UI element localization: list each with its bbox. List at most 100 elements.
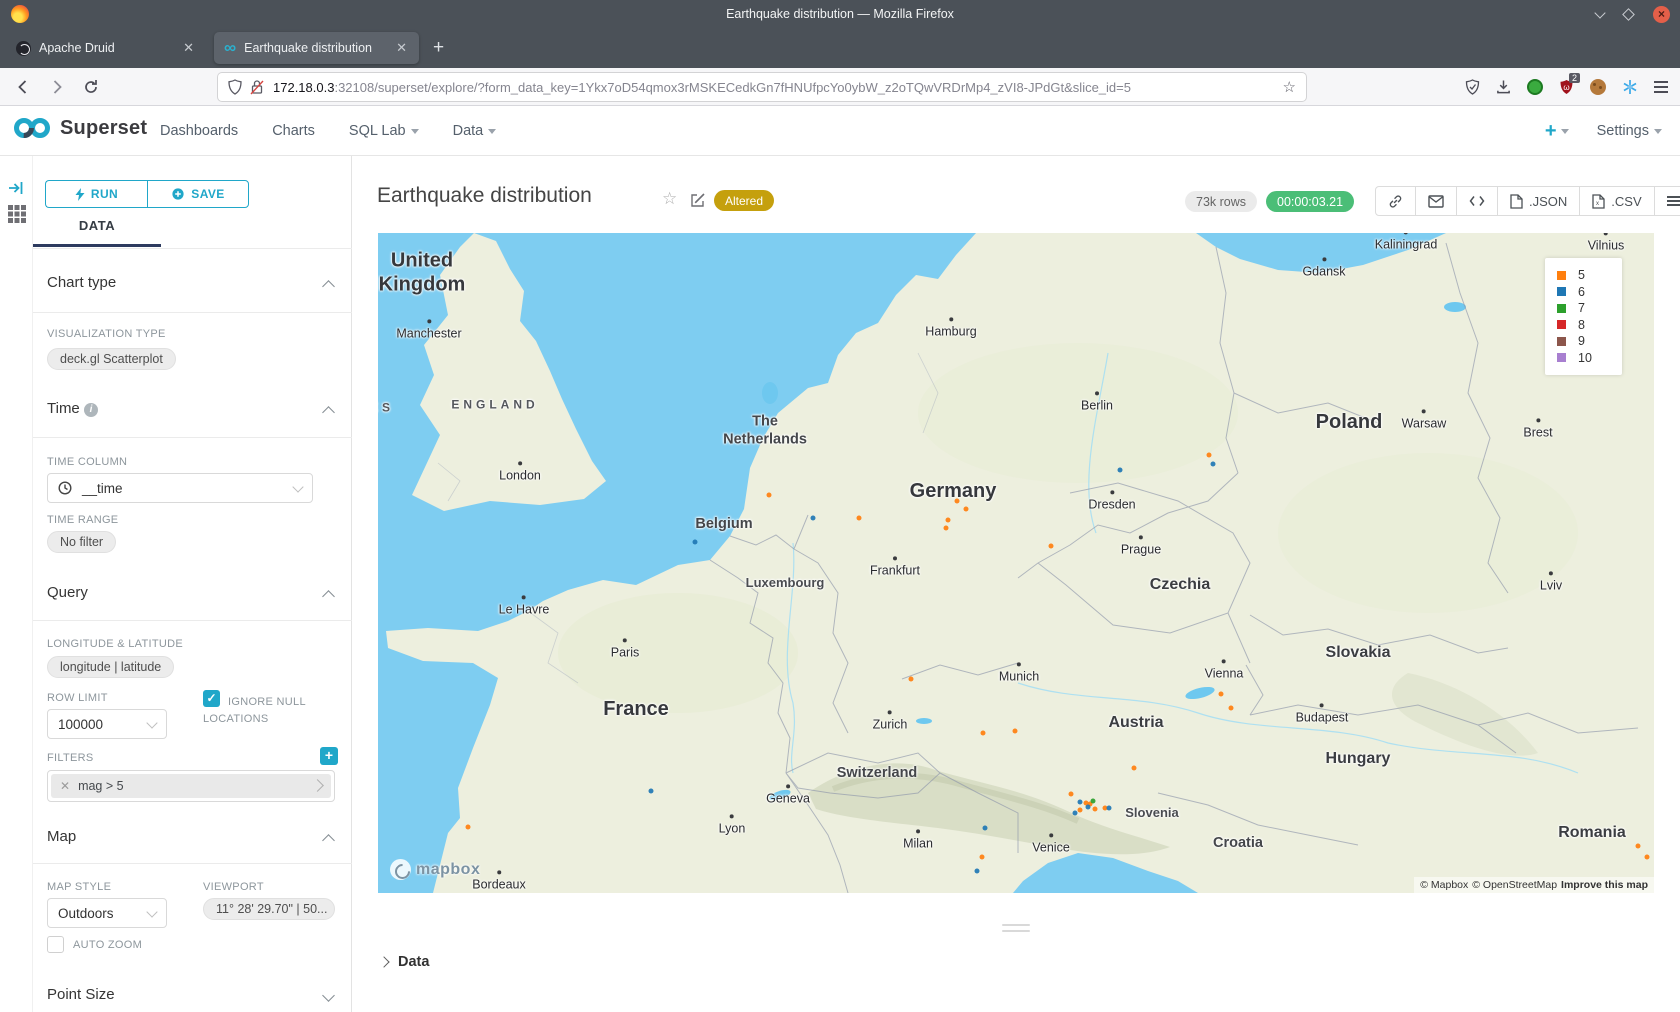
data-panel-toggle[interactable]: Data [380,954,429,970]
window-minimize-icon[interactable] [1594,7,1605,18]
caret-down-icon [488,129,496,134]
legend-row[interactable]: 7 [1557,300,1622,317]
svg-text:ω: ω [1563,83,1569,92]
legend-row[interactable]: 6 [1557,284,1622,301]
map-label: Austria [1108,713,1163,733]
legend-row[interactable]: 9 [1557,333,1622,350]
extension-green-icon[interactable] [1527,79,1543,95]
viewport-value[interactable]: 11° 28' 29.70" | 50... [203,898,335,920]
bookmark-star-icon[interactable]: ☆ [1283,78,1296,96]
earthquake-point [1078,808,1083,813]
tab-close-icon[interactable]: ✕ [394,40,409,56]
dataset-grid-icon[interactable] [7,204,27,224]
map-label: Zurich [873,717,908,732]
snowflake-extension-icon[interactable] [1622,79,1638,95]
section-point-size[interactable]: Point Size [47,986,115,1003]
window-maximize-icon[interactable] [1622,8,1635,21]
tracking-shield-icon[interactable] [228,79,242,95]
map-legend: 5678910 [1545,258,1622,375]
chevron-up-icon[interactable] [322,590,335,603]
city-dot [916,829,920,833]
tab-earthquake-distribution[interactable]: ∞ Earthquake distribution ✕ [214,32,419,64]
section-time[interactable]: Time i [47,400,98,417]
auto-zoom-checkbox[interactable] [47,936,64,953]
save-button[interactable]: SAVE [147,180,249,208]
forward-icon[interactable] [46,76,68,98]
map-label: ENGLAND [451,398,538,413]
section-chart-type[interactable]: Chart type [47,274,116,291]
chevron-up-icon[interactable] [322,406,335,419]
chevron-down-icon[interactable] [322,989,335,1002]
map-attribution: © Mapbox © OpenStreetMap Improve this ma… [1414,877,1654,893]
embed-code-button[interactable] [1457,187,1498,215]
attribution-improve-link[interactable]: Improve this map [1561,879,1648,891]
adblock-shield-icon[interactable]: ω 2 [1559,79,1574,95]
attribution-osm[interactable]: © OpenStreetMap [1472,879,1557,891]
mapbox-logo[interactable]: mapbox [390,859,480,880]
lonlat-value[interactable]: longitude | latitude [47,656,174,678]
export-csv-button[interactable]: x .CSV [1580,187,1654,215]
reload-icon[interactable] [80,76,102,98]
favorite-star-icon[interactable]: ☆ [662,189,677,209]
expand-panel-icon[interactable] [8,180,25,196]
section-map[interactable]: Map [47,828,76,845]
row-limit-select[interactable]: 100000 [47,709,167,739]
earthquake-point [1132,766,1137,771]
nav-item-sql-lab[interactable]: SQL Lab [349,123,419,139]
legend-row[interactable]: 10 [1557,350,1622,367]
legend-row[interactable]: 8 [1557,317,1622,334]
downloads-icon[interactable] [1496,79,1511,95]
section-query[interactable]: Query [47,584,88,601]
tab-apache-druid[interactable]: Apache Druid ✕ [6,32,206,64]
deckgl-map[interactable]: United KingdomManchesterENGLANDESLondonT… [378,233,1654,893]
chevron-up-icon[interactable] [322,834,335,847]
export-json-button[interactable]: .JSON [1498,187,1580,215]
legend-swatch [1557,304,1566,313]
superset-logo[interactable]: Superset [12,115,147,141]
time-range-value[interactable]: No filter [47,531,116,553]
map-label: Romania [1558,823,1626,843]
city-dot [1422,409,1426,413]
cookie-extension-icon[interactable] [1590,79,1606,95]
control-panel: RUN SAVE DATA Chart type VISUALIZATION T… [33,156,352,1012]
caret-down-icon [146,906,157,917]
earthquake-point [964,507,969,512]
copy-link-button[interactable] [1376,187,1416,215]
panel-resize-handle[interactable] [1002,924,1030,936]
time-column-select[interactable]: __time [47,473,313,503]
attribution-mapbox[interactable]: © Mapbox [1420,879,1468,891]
settings-menu[interactable]: Settings [1597,123,1662,139]
menu-icon[interactable] [1654,81,1668,92]
tab-close-icon[interactable]: ✕ [181,40,196,56]
chevron-up-icon[interactable] [322,280,335,293]
edit-properties-icon[interactable] [690,192,706,208]
earthquake-point [975,869,980,874]
filter-chip[interactable]: ✕ mag > 5 [51,774,331,798]
city-dot [1222,659,1226,663]
map-style-select[interactable]: Outdoors [47,898,167,928]
url-bar[interactable]: 172.18.0.3:32108/superset/explore/?form_… [218,73,1306,101]
add-new-button[interactable]: + [1545,120,1569,143]
viz-type-value[interactable]: deck.gl Scatterplot [47,348,176,370]
insecure-lock-icon[interactable] [250,79,264,95]
chart-container: Earthquake distribution ☆ Altered 73k ro… [352,156,1680,1012]
chevron-right-icon[interactable] [313,779,331,793]
run-button[interactable]: RUN [45,180,147,208]
ignore-null-label: IGNORE NULL LOCATIONS [203,694,333,728]
nav-item-data[interactable]: Data [453,123,497,139]
map-label: Manchester [396,326,461,341]
nav-item-dashboards[interactable]: Dashboards [160,123,238,139]
window-close-icon[interactable]: × [1653,6,1670,23]
permissions-shield-icon[interactable] [1465,79,1480,95]
legend-row[interactable]: 5 [1557,267,1622,284]
altered-badge[interactable]: Altered [714,190,774,211]
back-icon[interactable] [12,76,34,98]
more-options-icon[interactable] [1655,187,1680,215]
nav-item-charts[interactable]: Charts [272,123,315,139]
tab-data[interactable]: DATA [33,218,161,233]
new-tab-button[interactable]: + [433,37,444,59]
email-button[interactable] [1416,187,1457,215]
remove-filter-icon[interactable]: ✕ [51,779,78,793]
add-filter-button[interactable]: + [320,747,338,765]
city-dot [1017,662,1021,666]
